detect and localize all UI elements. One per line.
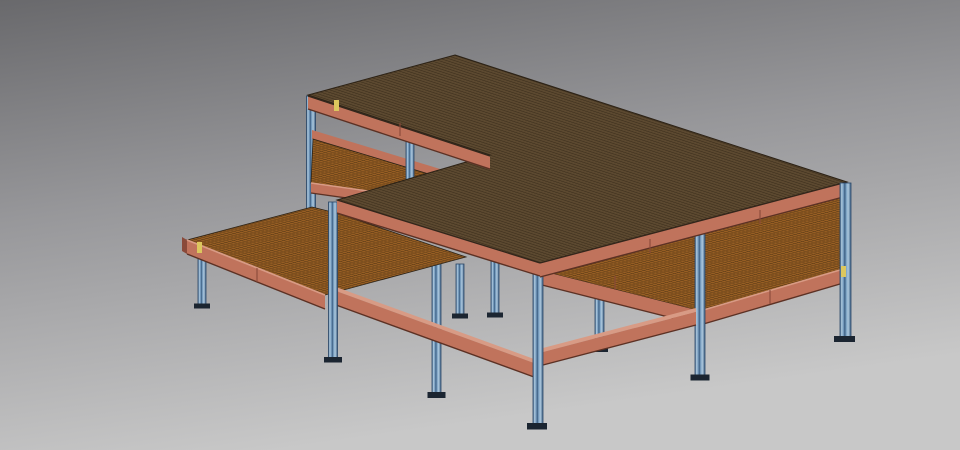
base-plate[interactable] [527,423,547,430]
column-back-b[interactable] [491,259,499,314]
base-plate[interactable] [834,336,855,342]
column-corner-right[interactable] [840,183,851,337]
base-plate[interactable] [452,314,468,319]
base-plate[interactable] [428,392,446,398]
connection-plate-yellow[interactable] [334,100,339,111]
base-plate[interactable] [194,304,210,309]
mezzanine-beam-end-cap[interactable] [182,237,187,254]
base-plate[interactable] [487,313,503,318]
column-front-center[interactable] [533,266,543,425]
cad-viewport[interactable] [0,0,960,450]
structure-3d-view[interactable] [0,0,960,450]
column-front-right[interactable] [695,222,705,376]
column-back-a[interactable] [456,264,464,315]
column-front-left[interactable] [432,249,441,394]
connection-plate-yellow[interactable] [841,266,846,277]
base-plate[interactable] [691,375,710,381]
connection-plate-yellow[interactable] [197,242,202,253]
column-roof-west[interactable] [329,202,338,359]
base-plate[interactable] [324,357,342,363]
